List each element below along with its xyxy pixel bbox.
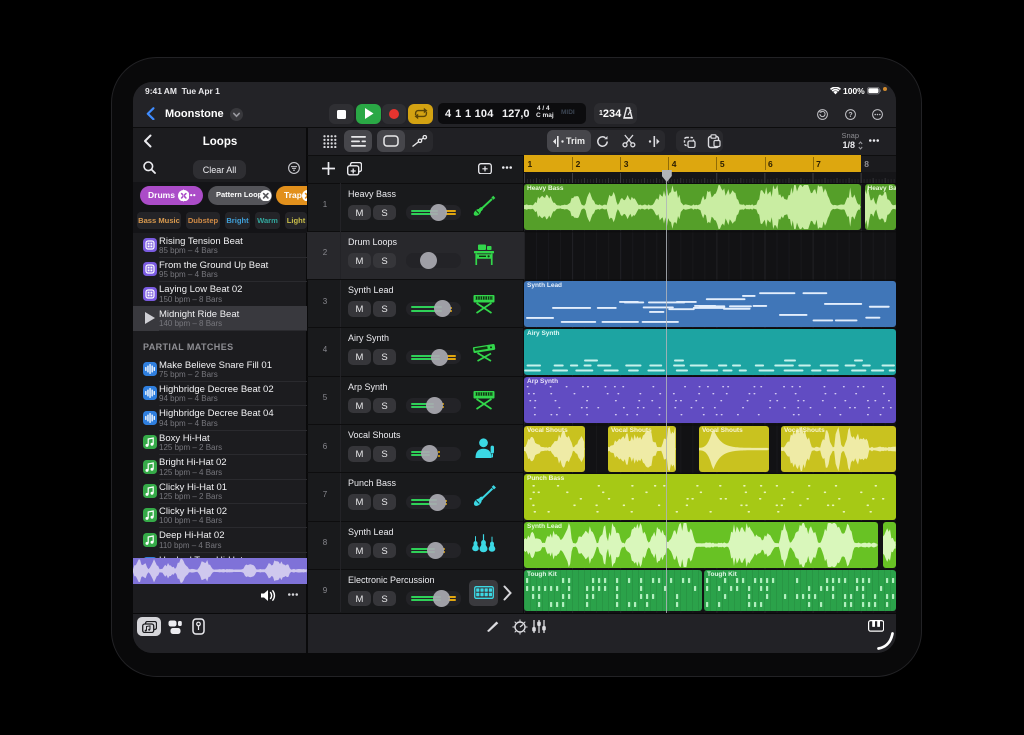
svg-text:?: ? [848, 112, 852, 119]
